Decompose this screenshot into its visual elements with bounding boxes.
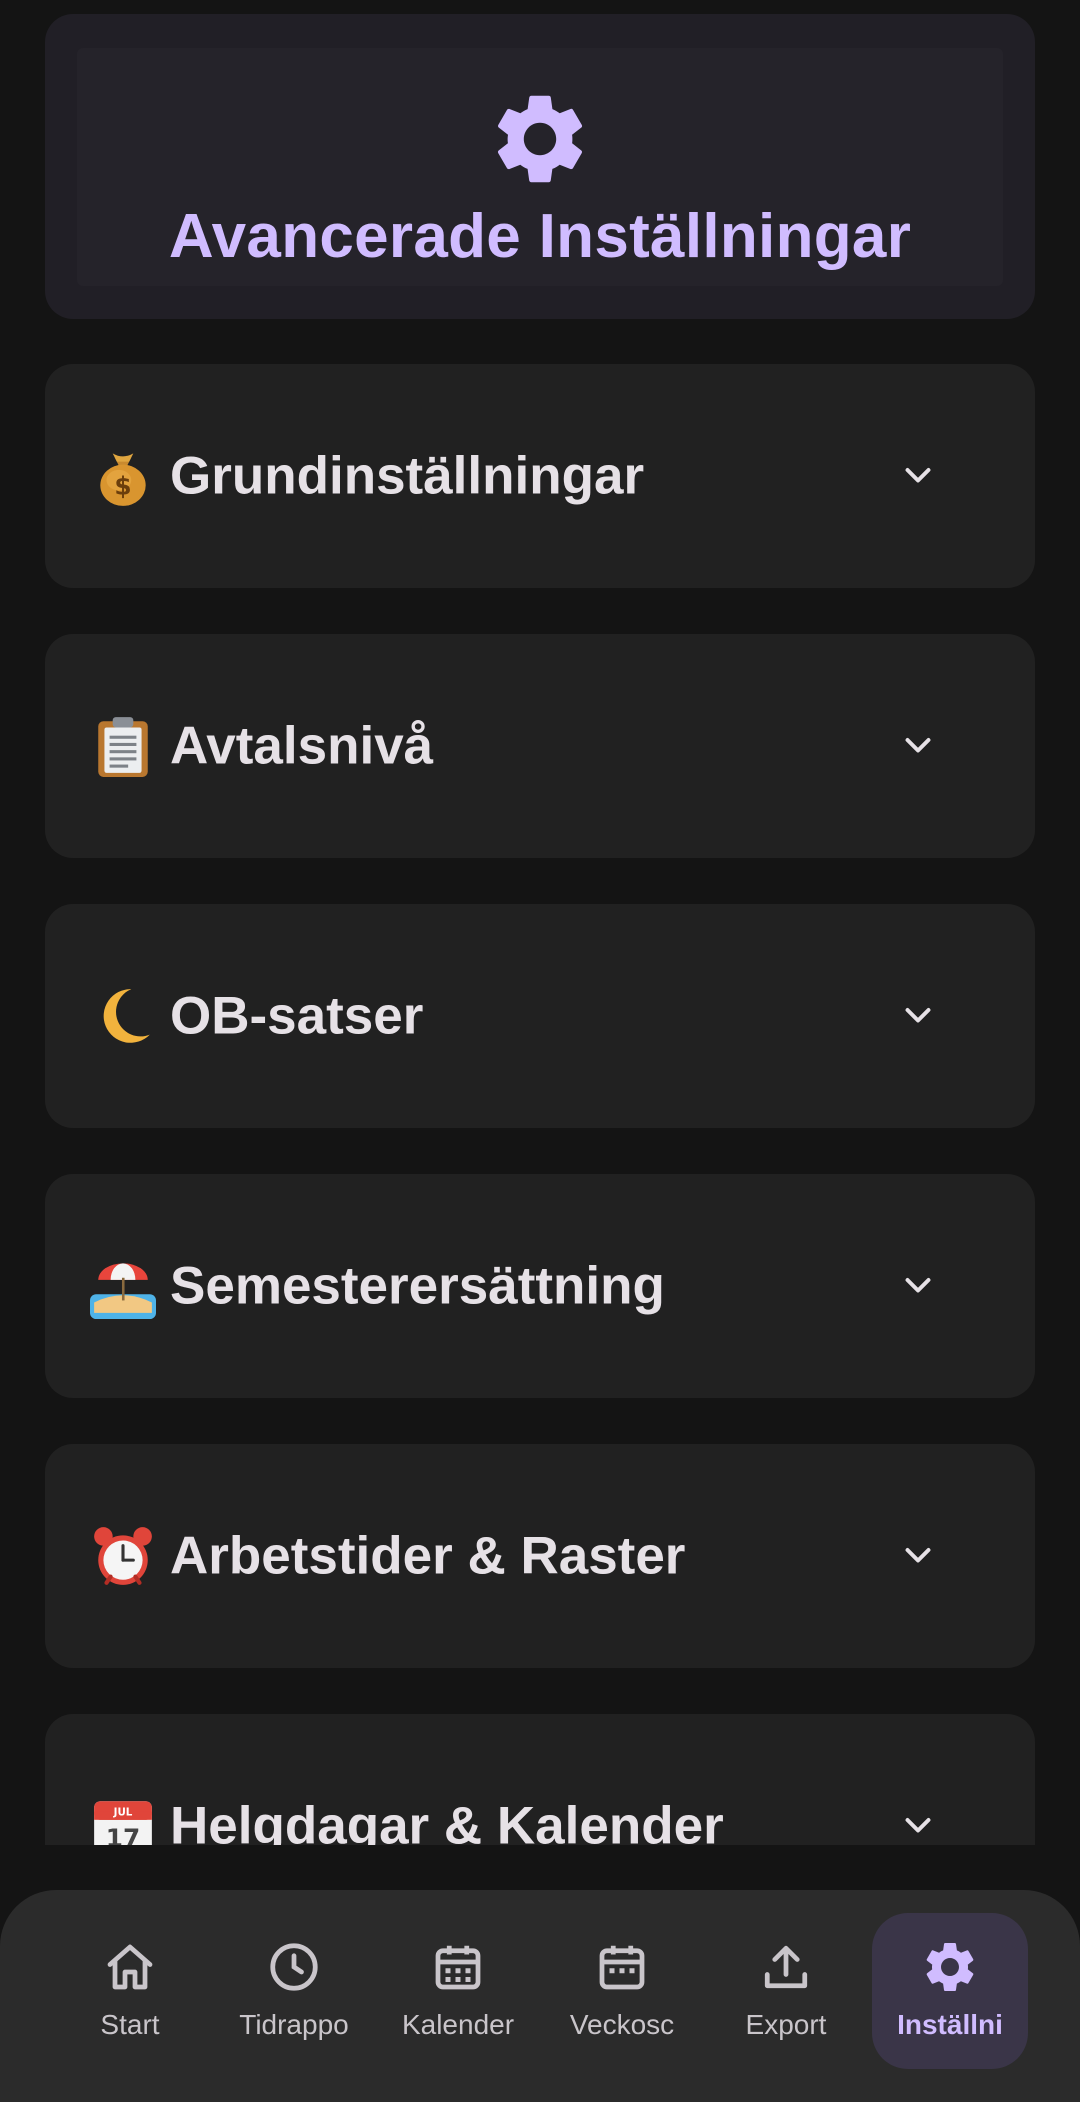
nav-item-export[interactable]: Export (708, 1913, 864, 2069)
upload-icon (756, 1937, 816, 1997)
chevron-down-icon[interactable] (900, 998, 936, 1034)
gear-icon (486, 85, 594, 193)
nav-item-tidrapport[interactable]: Tidrappo (216, 1913, 372, 2069)
nav-label: Start (100, 2009, 160, 2040)
crescent-moon-icon (90, 983, 156, 1049)
nav-item-start[interactable]: Start (52, 1913, 208, 2069)
section-label: Avtalsnivå (170, 716, 434, 776)
section-label: Arbetstider & Raster (170, 1526, 686, 1586)
section-label: Semesterersättning (170, 1256, 665, 1316)
section-ob-satser[interactable]: OB-satser (45, 904, 1035, 1128)
home-icon (100, 1937, 160, 1997)
section-arbetstider-raster[interactable]: Arbetstider & Raster (45, 1444, 1035, 1668)
section-label: Grundinställningar (170, 446, 645, 506)
calendar-week-icon (592, 1937, 652, 1997)
header-inner: Avancerade Inställningar (77, 48, 1003, 286)
page-title: Avancerade Inställningar (168, 202, 912, 271)
settings-screen: Avancerade Inställningar $ Grundinställn… (0, 0, 1080, 2102)
money-bag-icon: $ (90, 443, 156, 509)
gear-icon (920, 1937, 980, 1997)
section-helgdagar-kalender[interactable]: JUL 17 Helgdagar & Kalender (45, 1714, 1035, 1845)
svg-text:17: 17 (106, 1824, 140, 1845)
nav-label: Export (745, 2009, 827, 2040)
section-grundinstallningar[interactable]: $ Grundinställningar (45, 364, 1035, 588)
bottom-navigation: Start Tidrappo Kalender Veckosc Export I… (0, 1890, 1080, 2102)
section-label: OB-satser (170, 986, 424, 1046)
chevron-down-icon[interactable] (900, 728, 936, 764)
chevron-down-icon[interactable] (900, 1268, 936, 1304)
nav-label: Kalender (401, 2009, 515, 2040)
nav-label: Tidrappo (239, 2009, 349, 2040)
clock-icon (264, 1937, 324, 1997)
chevron-down-icon[interactable] (900, 1538, 936, 1574)
chevron-down-icon[interactable] (900, 458, 936, 494)
beach-umbrella-icon (90, 1253, 156, 1319)
svg-text:$: $ (114, 472, 131, 501)
svg-text:JUL: JUL (113, 1807, 133, 1819)
alarm-clock-icon (90, 1523, 156, 1589)
section-avtalsniva[interactable]: Avtalsnivå (45, 634, 1035, 858)
settings-scroll-area[interactable]: Avancerade Inställningar $ Grundinställn… (0, 0, 1080, 1845)
header-card: Avancerade Inställningar (45, 14, 1035, 319)
chevron-down-icon[interactable] (900, 1808, 936, 1844)
section-label: Helgdagar & Kalender (170, 1796, 724, 1846)
nav-item-kalender[interactable]: Kalender (380, 1913, 536, 2069)
nav-item-installningar[interactable]: Inställni (872, 1913, 1028, 2069)
calendar-grid-icon (428, 1937, 488, 1997)
nav-item-veckoschema[interactable]: Veckosc (544, 1913, 700, 2069)
calendar-icon: JUL 17 (90, 1793, 156, 1845)
clipboard-icon (90, 713, 156, 779)
nav-label: Veckosc (569, 2009, 675, 2040)
section-semesterersattning[interactable]: Semesterersättning (45, 1174, 1035, 1398)
nav-label: Inställni (897, 2009, 1003, 2040)
